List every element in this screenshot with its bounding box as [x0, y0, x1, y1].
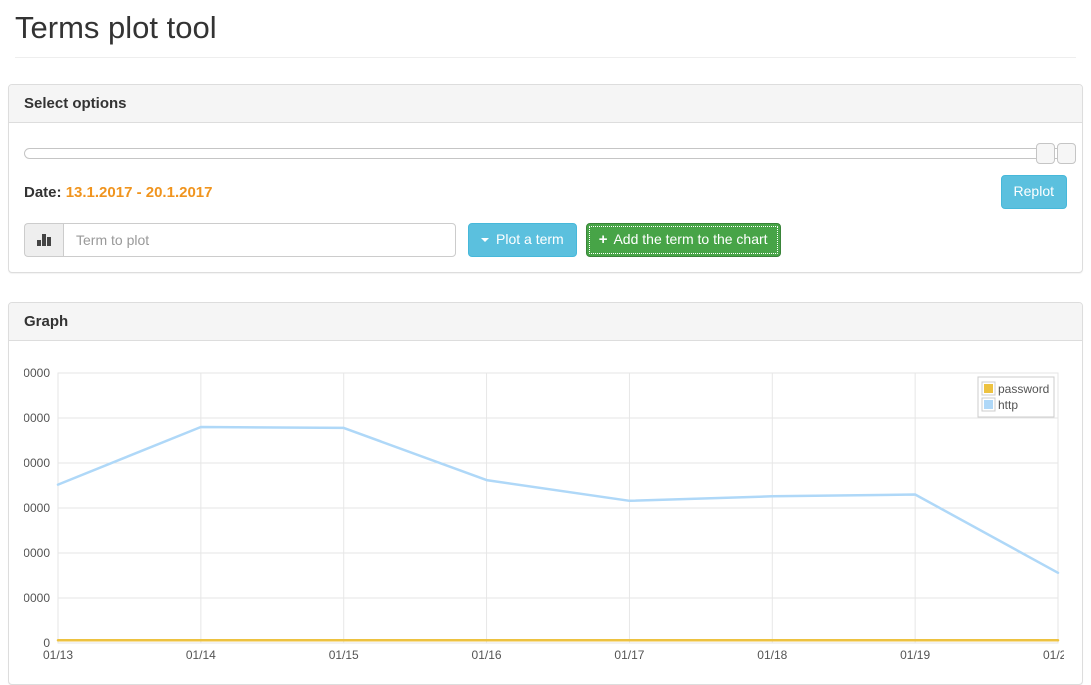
date-text: Date: 13.1.2017 - 20.1.2017	[24, 184, 212, 201]
terms-chart: 05000010000015000020000025000030000001/1…	[24, 356, 1064, 664]
term-input[interactable]	[63, 223, 456, 257]
page: Terms plot tool Select options Date: 13.…	[0, 10, 1091, 685]
svg-text:01/18: 01/18	[757, 648, 787, 662]
date-value: 13.1.2017 - 20.1.2017	[66, 184, 213, 201]
slider-handle-end[interactable]	[1057, 143, 1076, 164]
date-label: Date:	[24, 184, 62, 201]
svg-text:01/17: 01/17	[614, 648, 644, 662]
svg-text:01/16: 01/16	[472, 648, 502, 662]
svg-text:50000: 50000	[24, 591, 50, 605]
svg-text:200000: 200000	[24, 456, 50, 470]
svg-text:01/19: 01/19	[900, 648, 930, 662]
add-term-button[interactable]: + Add the term to the chart	[586, 223, 781, 257]
plot-term-label: Plot a term	[496, 230, 564, 250]
select-options-panel: Select options Date: 13.1.2017 - 20.1.20…	[8, 84, 1083, 273]
bar-chart-icon	[24, 223, 63, 257]
svg-text:300000: 300000	[24, 366, 50, 380]
svg-text:100000: 100000	[24, 546, 50, 560]
date-row: Date: 13.1.2017 - 20.1.2017 Replot	[24, 175, 1067, 209]
chart-legend: password http	[978, 377, 1054, 417]
plot-term-button[interactable]: Plot a term	[468, 223, 577, 257]
caret-down-icon	[481, 238, 489, 242]
svg-text:01/14: 01/14	[186, 648, 216, 662]
svg-text:01/13: 01/13	[43, 648, 73, 662]
axis-labels: 05000010000015000020000025000030000001/1…	[24, 366, 1064, 662]
date-range-slider[interactable]	[24, 148, 1067, 159]
legend-label-password: password	[998, 382, 1049, 396]
svg-text:150000: 150000	[24, 501, 50, 515]
series-line-http	[58, 427, 1058, 573]
select-options-body: Date: 13.1.2017 - 20.1.2017 Replot	[9, 123, 1082, 272]
add-term-label: Add the term to the chart	[613, 230, 767, 250]
slider-handle-start[interactable]	[1036, 143, 1055, 164]
replot-button[interactable]: Replot	[1001, 175, 1067, 209]
svg-text:250000: 250000	[24, 411, 50, 425]
legend-label-http: http	[998, 398, 1018, 412]
term-input-group	[24, 223, 456, 257]
term-row: Plot a term + Add the term to the chart	[24, 223, 1067, 257]
select-options-heading: Select options	[9, 85, 1082, 123]
graph-panel: Graph 0500001000001500002000002500003000…	[8, 302, 1083, 685]
plus-icon: +	[599, 229, 608, 250]
grid-lines	[58, 373, 1058, 643]
graph-body: 05000010000015000020000025000030000001/1…	[9, 341, 1082, 684]
graph-heading: Graph	[9, 303, 1082, 341]
page-title: Terms plot tool	[15, 10, 1076, 58]
svg-text:01/20: 01/20	[1043, 648, 1064, 662]
svg-text:01/15: 01/15	[329, 648, 359, 662]
